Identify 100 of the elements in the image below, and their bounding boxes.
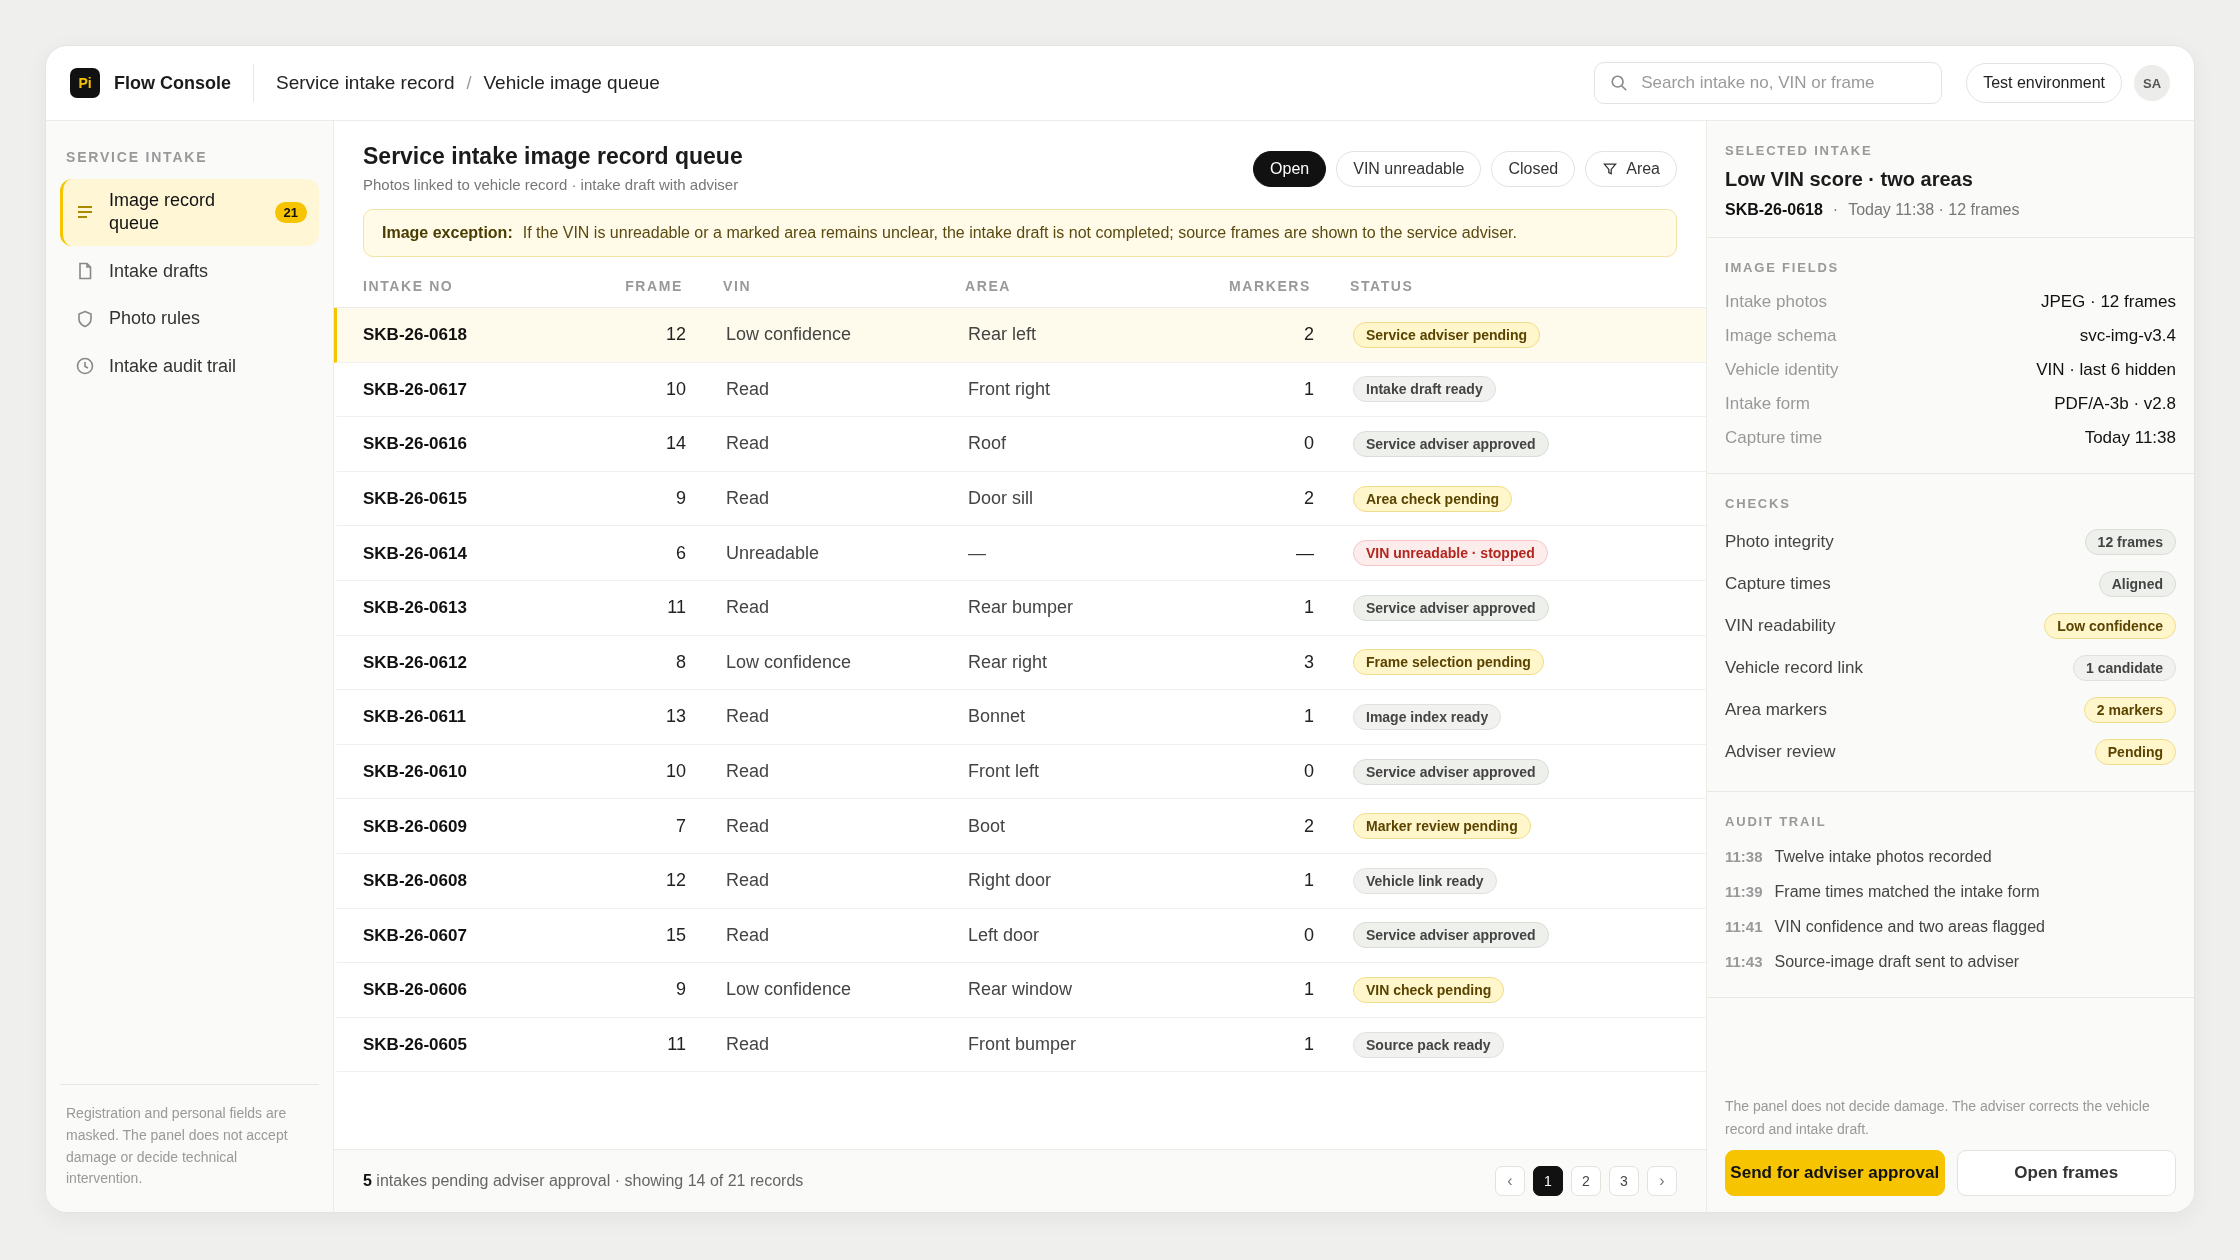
environment-button[interactable]: Test environment	[1966, 63, 2122, 103]
table-cell: 1	[1304, 706, 1314, 727]
field-label: Intake photos	[1725, 292, 1828, 312]
column-header: FRAME	[624, 278, 683, 294]
filter-chip[interactable]: VIN unreadable	[1336, 151, 1482, 187]
check-badge: Aligned	[2098, 571, 2176, 597]
table-cell: Read	[726, 1034, 770, 1054]
table-row[interactable]: SKB-26-0610 10 Read Front left 0 Service adviser approved	[334, 744, 1706, 800]
column-header: INTAKE NO	[362, 278, 455, 294]
open-frames-button[interactable]: Open frames	[1956, 1150, 2176, 1196]
table-row[interactable]: SKB-26-0606 9 Low confidence Rear window 1 VIN check pending	[334, 963, 1706, 1018]
table-row[interactable]: SKB-26-0615 9 Read Door sill 2 Area check pending	[334, 471, 1706, 527]
filter-chip[interactable]: Area	[1585, 151, 1677, 187]
status-badge: Intake draft ready	[1353, 376, 1496, 403]
notice-text: If the VIN is unreadable or a marked area remains unclear, the intake draft is not completed; source frames are shown to the service adviser.	[522, 224, 1517, 242]
breadcrumb-link[interactable]: Vehicle image queue	[483, 72, 660, 94]
column-header: STATUS	[1349, 278, 1415, 294]
audit-time: 11:41	[1725, 918, 1763, 935]
audit-time: 11:43	[1725, 953, 1763, 970]
field-value: svc-img-v3.4	[2079, 326, 2176, 346]
check-badge: Low confidence	[2044, 613, 2176, 639]
intake-number: SKB-26-0615	[363, 489, 467, 509]
sidebar-item[interactable]: Image record queue 21	[60, 179, 319, 246]
table-cell: Unreadable	[726, 542, 820, 563]
field-label: Intake form	[1725, 394, 1811, 414]
table-row[interactable]: SKB-26-0616 14 Read Roof 0 Service adviser approved	[334, 417, 1706, 472]
check-badge: 12 frames	[2084, 529, 2176, 555]
table-row[interactable]: SKB-26-0614 6 Unreadable — — VIN unreadable · stopped	[334, 526, 1706, 581]
sidebar-item[interactable]: Photo rules	[60, 297, 319, 341]
audit-entry: VIN confidence and two areas flagged	[1774, 917, 2045, 936]
status-badge: VIN check pending	[1353, 976, 1505, 1003]
table-cell: —	[968, 542, 986, 563]
table-cell: Rear right	[968, 651, 1048, 672]
table-cell: Read	[726, 433, 770, 454]
table-cell: Read	[726, 870, 770, 891]
page-title: Service intake image record queue	[363, 143, 743, 170]
page-button[interactable]: 2	[1571, 1166, 1601, 1196]
intake-number: SKB-26-0609	[363, 816, 467, 836]
sidebar-item[interactable]: Intake drafts	[60, 249, 319, 294]
detail-title: Low VIN score · two areas	[1725, 168, 1974, 191]
status-badge: Service adviser pending	[1353, 321, 1541, 348]
section-heading: IMAGE FIELDS	[1725, 260, 1841, 275]
filter-icon	[1602, 161, 1619, 177]
table-cell: 9	[676, 488, 686, 509]
filter-chip[interactable]: Open	[1253, 151, 1327, 187]
audit-entry: Source-image draft sent to adviser	[1774, 952, 2020, 971]
search-field[interactable]: Search intake no, VIN or frame	[1594, 62, 1943, 104]
table-row[interactable]: SKB-26-0608 12 Read Right door 1 Vehicle link ready	[334, 853, 1706, 909]
check-label: VIN readability	[1725, 616, 1836, 636]
section-heading: CHECKS	[1725, 496, 1792, 511]
table-row[interactable]: SKB-26-0613 11 Read Rear bumper 1 Service adviser approved	[334, 580, 1706, 636]
table-row[interactable]: SKB-26-0609 7 Read Boot 2 Marker review pending	[334, 799, 1706, 854]
table-cell: Read	[726, 378, 770, 399]
approval-button[interactable]: Send for adviser approval	[1725, 1150, 1945, 1196]
table-cell: 8	[676, 651, 686, 672]
page-arrow-button[interactable]: ‹	[1495, 1166, 1525, 1196]
page-button[interactable]: 1	[1533, 1166, 1563, 1196]
status-badge: Service adviser approved	[1353, 431, 1549, 457]
table-cell: 12	[665, 324, 686, 345]
sidebar-item[interactable]: Intake audit trail	[60, 344, 319, 388]
section-heading: SERVICE INTAKE	[65, 149, 209, 165]
table-cell: Front left	[968, 761, 1040, 782]
column-header: MARKERS	[1228, 278, 1311, 294]
table-row[interactable]: SKB-26-0611 13 Read Bonnet 1 Image index ready	[334, 690, 1706, 745]
detail-meta: Today 11:38 · 12 frames	[1848, 201, 2020, 219]
table-cell: Read	[726, 488, 770, 509]
table-cell: Front right	[968, 378, 1051, 399]
table-cell: Low confidence	[726, 979, 852, 1000]
table-cell: 3	[1304, 651, 1314, 672]
status-badge: Source pack ready	[1353, 1031, 1504, 1058]
intake-number: SKB-26-0607	[363, 925, 467, 945]
field-label: Image schema	[1725, 326, 1837, 346]
table-row[interactable]: SKB-26-0617 10 Read Front right 1 Intake draft ready	[334, 362, 1706, 418]
status-badge: Marker review pending	[1353, 813, 1531, 840]
table-row[interactable]: SKB-26-0612 8 Low confidence Rear right 3 Frame selection pending	[334, 635, 1706, 691]
audit-time: 11:38	[1725, 848, 1763, 865]
intake-number: SKB-26-0610	[363, 762, 467, 782]
table-row[interactable]: SKB-26-0607 15 Read Left door 0 Service adviser approved	[334, 908, 1706, 964]
field-value: PDF/A-3b · v2.8	[2054, 394, 2176, 414]
breadcrumb-link[interactable]: Service intake record	[276, 72, 455, 94]
table-cell: Read	[726, 761, 770, 782]
panel-note: The panel does not decide damage. The adviser corrects the vehicle record and intake draft.	[1725, 1097, 2151, 1139]
table-cell: 10	[665, 378, 686, 399]
notice-label: Image exception:	[382, 224, 513, 242]
check-label: Photo integrity	[1725, 532, 1834, 552]
audit-entry: Frame times matched the intake form	[1774, 882, 2040, 901]
table-cell: Front bumper	[968, 1034, 1077, 1054]
table-row[interactable]: SKB-26-0618 12 Low confidence Rear left 2 Service adviser pending	[334, 308, 1706, 363]
field-value: JPEG · 12 frames	[2040, 292, 2176, 312]
user-avatar[interactable]: SA	[2134, 65, 2170, 101]
page-arrow-button[interactable]: ›	[1647, 1166, 1677, 1196]
page-button[interactable]: 3	[1609, 1166, 1639, 1196]
intake-number: SKB-26-0605	[363, 1035, 467, 1054]
filter-chip[interactable]: Closed	[1491, 151, 1576, 187]
table-cell: Read	[726, 924, 770, 945]
table-cell: 2	[1304, 488, 1314, 509]
section-heading: SELECTED INTAKE	[1725, 143, 1874, 158]
section-heading: AUDIT TRAIL	[1725, 814, 1828, 829]
table-row[interactable]: SKB-26-0605 11 Read Front bumper 1 Source pack ready	[334, 1017, 1706, 1073]
check-label: Area markers	[1725, 700, 1828, 720]
